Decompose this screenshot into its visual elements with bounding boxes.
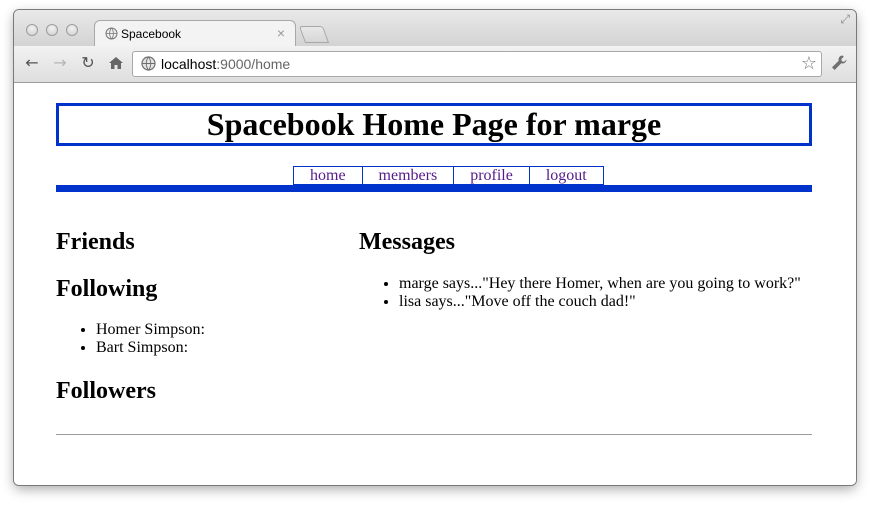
wrench-icon[interactable] xyxy=(828,52,850,74)
menu-members-link[interactable]: members xyxy=(361,166,455,185)
zoom-window-button[interactable] xyxy=(66,24,78,36)
url-text: localhost:9000/home xyxy=(161,56,290,72)
followers-heading: Followers xyxy=(56,378,156,404)
reload-icon[interactable]: ↻ xyxy=(78,53,98,73)
following-item: Bart Simpson: xyxy=(96,339,205,357)
forward-arrow-icon[interactable]: → xyxy=(50,53,70,73)
footer-divider xyxy=(56,434,812,435)
browser-tab[interactable]: Spacebook × xyxy=(94,20,296,48)
page-title: Spacebook Home Page for marge xyxy=(56,103,812,146)
main-menu: home members profile logout xyxy=(293,166,604,185)
browser-toolbar: ← → ↻ localhost:9000/home ☆ xyxy=(14,46,856,83)
globe-icon xyxy=(105,27,118,43)
page-content: Spacebook Home Page for marge home membe… xyxy=(14,83,856,485)
header-divider xyxy=(56,185,812,192)
following-heading: Following xyxy=(56,276,158,302)
address-bar[interactable]: localhost:9000/home ☆ xyxy=(132,51,822,77)
title-bar: Spacebook × ⤢ xyxy=(14,10,856,48)
minimize-window-button[interactable] xyxy=(46,24,58,36)
message-item: lisa says..."Move off the couch dad!" xyxy=(399,293,801,311)
menu-home-link[interactable]: home xyxy=(293,166,363,185)
url-host: localhost xyxy=(161,56,217,72)
message-item: marge says..."Hey there Homer, when are … xyxy=(399,275,801,293)
url-path: :9000/home xyxy=(216,56,291,72)
globe-icon xyxy=(141,56,156,74)
back-arrow-icon[interactable]: ← xyxy=(22,53,42,73)
following-item: Homer Simpson: xyxy=(96,321,205,339)
tab-title: Spacebook xyxy=(121,27,182,41)
new-tab-button[interactable] xyxy=(298,26,330,43)
following-list: Homer Simpson: Bart Simpson: xyxy=(56,321,205,357)
tab-close-icon[interactable]: × xyxy=(277,25,285,41)
fullscreen-icon[interactable]: ⤢ xyxy=(840,12,850,27)
browser-window: Spacebook × ⤢ ← → ↻ localhost:9000/home … xyxy=(14,10,856,485)
menu-profile-link[interactable]: profile xyxy=(453,166,530,185)
messages-list: marge says..."Hey there Homer, when are … xyxy=(359,275,801,311)
friends-heading: Friends xyxy=(56,229,135,255)
menu-logout-link[interactable]: logout xyxy=(528,166,604,185)
close-window-button[interactable] xyxy=(26,24,38,36)
home-icon[interactable] xyxy=(106,53,126,73)
star-icon[interactable]: ☆ xyxy=(801,53,817,74)
messages-heading: Messages xyxy=(359,229,455,255)
